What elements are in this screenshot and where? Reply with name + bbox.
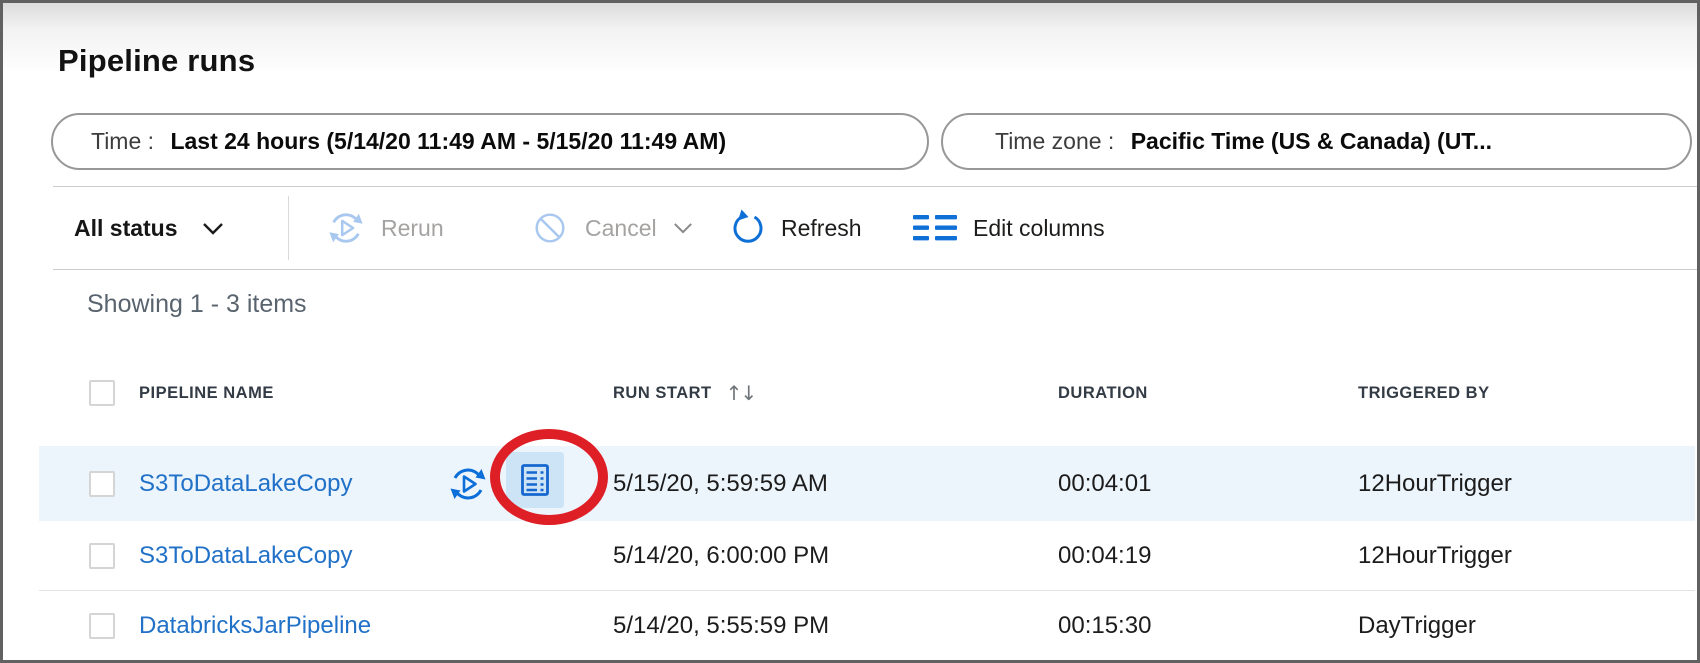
table-row[interactable]: DatabricksJarPipeline 5/14/20, 5:55:59 P…: [39, 591, 1695, 661]
status-filter-label: All status: [74, 215, 178, 242]
chevron-down-icon: [202, 222, 224, 235]
pipeline-name-link[interactable]: DatabricksJarPipeline: [139, 612, 371, 640]
triggered-by-cell: 12HourTrigger: [1358, 521, 1512, 590]
pipeline-name-link[interactable]: S3ToDataLakeCopy: [139, 542, 352, 570]
select-all-checkbox[interactable]: [89, 380, 115, 406]
toolbar: All status Rerun: [3, 187, 1697, 269]
rerun-pipeline-icon[interactable]: [448, 464, 488, 504]
timezone-filter-label: Time zone :: [995, 128, 1121, 155]
edit-columns-icon: [913, 214, 957, 242]
column-header-run-start[interactable]: RUN START ↑↓: [613, 371, 755, 415]
refresh-icon: [729, 209, 765, 247]
rerun-button[interactable]: Rerun: [327, 187, 444, 269]
table-row[interactable]: S3ToDataLakeCopy 5/14/20, 6:00:00 PM 00:…: [39, 521, 1695, 591]
time-filter-value: Last 24 hours (5/14/20 11:49 AM - 5/15/2…: [170, 128, 726, 155]
cancel-icon: [531, 209, 569, 247]
row-checkbox[interactable]: [89, 471, 115, 497]
status-filter-dropdown[interactable]: All status: [74, 187, 224, 269]
sort-arrows-icon: ↑↓: [726, 381, 756, 405]
table-row[interactable]: S3ToDataLakeCopy: [39, 446, 1695, 521]
edit-columns-button[interactable]: Edit columns: [913, 187, 1105, 269]
toolbar-divider: [288, 196, 289, 260]
duration-cell: 00:15:30: [1058, 591, 1151, 661]
edit-columns-label: Edit columns: [973, 215, 1105, 242]
duration-cell: 00:04:01: [1058, 446, 1151, 521]
consumption-report-button[interactable]: [506, 452, 564, 508]
run-start-cell: 5/15/20, 5:59:59 AM: [613, 446, 828, 521]
table-header-row: PIPELINE NAME RUN START ↑↓ DURATION TRIG…: [3, 371, 1697, 415]
rerun-label: Rerun: [381, 215, 444, 242]
rerun-icon: [327, 208, 365, 248]
run-start-cell: 5/14/20, 6:00:00 PM: [613, 521, 829, 590]
column-header-pipeline-name: PIPELINE NAME: [139, 371, 274, 415]
triggered-by-cell: 12HourTrigger: [1358, 446, 1512, 521]
chevron-down-icon: [673, 222, 693, 234]
duration-cell: 00:04:19: [1058, 521, 1151, 590]
items-count-text: Showing 1 - 3 items: [87, 290, 307, 319]
run-start-cell: 5/14/20, 5:55:59 PM: [613, 591, 829, 661]
cancel-label: Cancel: [585, 215, 657, 242]
column-header-duration: DURATION: [1058, 371, 1148, 415]
pipeline-name-link[interactable]: S3ToDataLakeCopy: [139, 470, 352, 498]
refresh-button[interactable]: Refresh: [729, 187, 862, 269]
column-header-triggered-by: TRIGGERED BY: [1358, 371, 1490, 415]
row-checkbox[interactable]: [89, 543, 115, 569]
pipeline-runs-panel: Pipeline runs Time : Last 24 hours (5/14…: [0, 0, 1700, 663]
cancel-button[interactable]: Cancel: [531, 187, 693, 269]
refresh-label: Refresh: [781, 215, 862, 242]
timezone-filter-pill[interactable]: Time zone : Pacific Time (US & Canada) (…: [941, 113, 1692, 170]
time-filter-pill[interactable]: Time : Last 24 hours (5/14/20 11:49 AM -…: [51, 113, 929, 170]
row-checkbox[interactable]: [89, 613, 115, 639]
consumption-report-icon: [520, 463, 550, 497]
page-title: Pipeline runs: [58, 43, 255, 79]
divider-toolbar-bottom: [53, 269, 1697, 270]
timezone-filter-value: Pacific Time (US & Canada) (UT...: [1131, 128, 1492, 155]
time-filter-label: Time :: [91, 128, 160, 155]
triggered-by-cell: DayTrigger: [1358, 591, 1476, 661]
